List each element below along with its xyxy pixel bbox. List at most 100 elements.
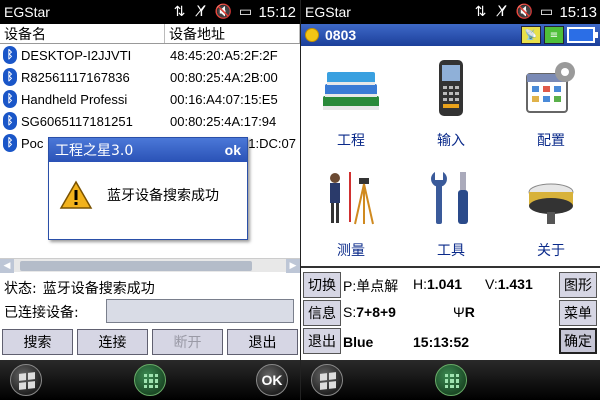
books-icon	[323, 72, 379, 110]
status-value: 蓝牙设备搜索成功	[42, 281, 155, 297]
menu-item-about[interactable]: 关于	[501, 156, 600, 266]
config-calendar-gear-icon	[526, 62, 575, 113]
link-type: Blue	[343, 334, 374, 350]
exit-button[interactable]: 退出	[227, 329, 298, 355]
header-device-name[interactable]: 设备名	[0, 24, 165, 43]
clock: 15:12	[258, 3, 296, 21]
app-title: EGStar	[305, 4, 351, 20]
table-row[interactable]: ᛒ Handheld Professi 00:16:A4:07:15:E5	[0, 88, 300, 110]
search-button[interactable]: 搜索	[2, 329, 73, 355]
windows-start-icon[interactable]	[311, 364, 343, 396]
action-buttons: 搜索 连接 断开 退出	[0, 329, 300, 355]
confirm-button[interactable]: 确定	[559, 328, 597, 354]
clock: 15:13	[559, 3, 597, 21]
scroll-right-arrow-icon[interactable]: ▶	[286, 259, 300, 273]
device-name: Handheld Professi	[21, 91, 128, 107]
bluetooth-icon: ᛒ	[3, 112, 17, 130]
app-grid-icon[interactable]	[435, 364, 467, 396]
bluetooth-icon: ᛒ	[3, 68, 17, 86]
bluetooth-icon: ᛒ	[3, 134, 17, 152]
table-row[interactable]: ᛒ DESKTOP-I2JJVTI 48:45:20:A5:2F:2F	[0, 44, 300, 66]
moon-status-icon[interactable]	[305, 28, 319, 42]
switch-button[interactable]: 切换	[303, 272, 341, 298]
menu-item-tools[interactable]: 工具	[401, 156, 501, 266]
main-menu-screen: EGStar ⇅ Y̸ 🔇 ▭ 15:13 0803 📡 ≡ 工程 输入 配置 …	[300, 0, 600, 400]
menu-label: 工具	[437, 243, 465, 259]
main-menu-grid: 工程 输入 配置 测量 工具 关于	[301, 46, 600, 266]
status-line: 状态: 蓝牙设备搜索成功	[4, 278, 155, 298]
menu-label: 工程	[337, 133, 365, 149]
taskbar: OK	[0, 360, 300, 400]
windows-start-icon[interactable]	[10, 364, 42, 396]
taskbar	[301, 360, 600, 400]
volume-muted-icon: 🔇	[214, 4, 233, 20]
header-device-address[interactable]: 设备地址	[165, 24, 300, 43]
no-signal-icon: Y̸	[498, 4, 507, 20]
app-title: EGStar	[4, 4, 50, 20]
handheld-device-icon	[439, 60, 463, 116]
dialog-title: 工程之星3.0	[55, 143, 134, 159]
menu-label: 配置	[537, 133, 565, 149]
menu-item-config[interactable]: 配置	[501, 46, 600, 156]
bluetooth-icon: ᛒ	[3, 90, 17, 108]
table-header: 设备名 设备地址	[0, 24, 300, 44]
device-address: 48:45:20:A5:2F:2F	[170, 47, 278, 63]
table-row[interactable]: ᛒ R82561117167836 00:80:25:4A:2B:00	[0, 66, 300, 88]
scroll-thumb[interactable]	[20, 261, 252, 271]
no-signal-icon: Y̸	[197, 4, 206, 20]
volume-muted-icon: 🔇	[515, 4, 534, 20]
gps-time: 15:13:52	[413, 334, 470, 350]
menu-label: 输入	[437, 133, 465, 149]
antenna-icon: Ψ	[453, 304, 465, 320]
disconnect-button[interactable]: 断开	[152, 329, 223, 355]
app-header: 0803 📡 ≡	[301, 24, 600, 46]
bluetooth-screen: EGStar ⇅ Y̸ 🔇 ▭ 15:12 设备名 设备地址 ᛒ DESKTOP-…	[0, 0, 300, 400]
menu-item-measure[interactable]: 测量	[301, 156, 401, 266]
sync-arrows-icon: ⇅	[173, 4, 186, 20]
scroll-left-arrow-icon[interactable]: ◀	[0, 259, 14, 273]
device-address: 00:16:A4:07:15:E5	[170, 91, 278, 107]
menu-item-project[interactable]: 工程	[301, 46, 401, 156]
horizontal-scrollbar[interactable]: ◀ ▶	[0, 258, 300, 273]
battery-icon	[567, 27, 598, 43]
radio-status: ΨR	[453, 304, 475, 320]
tools-wrench-screwdriver-icon	[431, 172, 468, 224]
connected-device-label: 已连接设备:	[4, 305, 79, 321]
log-icon[interactable]: ≡	[544, 26, 564, 44]
status-bar: EGStar ⇅ Y̸ 🔇 ▭ 15:12	[0, 0, 300, 24]
sync-arrows-icon: ⇅	[474, 4, 487, 20]
satellite-count: S:7+8+9	[343, 304, 396, 320]
gnss-receiver-icon	[528, 183, 574, 224]
info-panel: 切换 信息 退出 图形 菜单 确定 P:单点解 H:1.041 V:1.431 …	[301, 266, 600, 355]
device-address: 00:80:25:4A:17:94	[170, 113, 277, 129]
device-name: DESKTOP-I2JJVTI	[21, 47, 132, 63]
graph-button[interactable]: 图形	[559, 272, 597, 298]
app-grid-icon[interactable]	[134, 364, 166, 396]
h-precision: H:1.041	[413, 276, 463, 292]
connected-device-field[interactable]	[106, 299, 294, 323]
ok-button[interactable]: OK	[256, 364, 288, 396]
table-row[interactable]: ᛒ SG6065117181251 00:80:25:4A:17:94	[0, 110, 300, 132]
battery-charging-icon: ▭	[539, 4, 554, 20]
dialog-ok-button[interactable]: ok	[225, 142, 247, 158]
status-bar: EGStar ⇅ Y̸ 🔇 ▭ 15:13	[301, 0, 600, 24]
dialog-message: 蓝牙设备搜索成功	[107, 188, 219, 204]
v-precision: V:1.431	[485, 276, 533, 292]
device-name: Poc	[21, 135, 44, 151]
battery-charging-icon: ▭	[238, 4, 253, 20]
surveyor-tripod-icon	[330, 172, 374, 225]
info-button[interactable]: 信息	[303, 300, 341, 326]
menu-item-input[interactable]: 输入	[401, 46, 501, 156]
satellite-icon[interactable]: 📡	[521, 26, 541, 44]
device-name: R82561117167836	[21, 69, 130, 85]
menu-label: 关于	[537, 243, 565, 259]
exit-button[interactable]: 退出	[303, 328, 341, 354]
menu-label: 测量	[337, 243, 365, 259]
connect-button[interactable]: 连接	[77, 329, 148, 355]
dialog-title-bar: 工程之星3.0 ok	[49, 138, 247, 162]
bluetooth-icon: ᛒ	[3, 46, 17, 64]
point-id: 0803	[325, 27, 357, 43]
status-label: 状态:	[4, 281, 37, 297]
solution-type: P:单点解	[343, 278, 399, 294]
menu-button[interactable]: 菜单	[559, 300, 597, 326]
